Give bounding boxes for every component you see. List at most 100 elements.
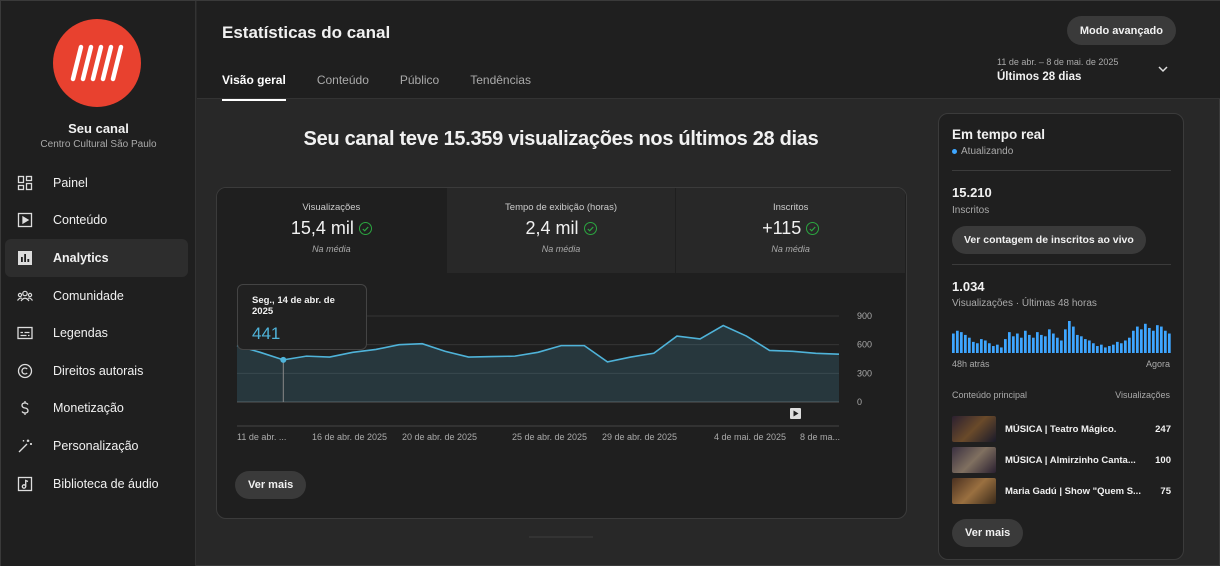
dollar-icon	[17, 400, 33, 416]
overview-card: Visualizações 15,4 mil Na média Tempo de…	[216, 187, 907, 519]
top-content-header: Conteúdo principal	[952, 390, 1028, 400]
dashboard-icon	[17, 175, 33, 191]
realtime-bar	[1096, 346, 1099, 353]
realtime-bar	[980, 339, 983, 353]
list-item[interactable]: MÚSICA | Almirzinho Canta... 100	[952, 447, 1171, 473]
sidebar-item-monetizacao[interactable]: Monetização	[5, 390, 188, 428]
realtime-bar	[972, 341, 975, 353]
realtime-bar	[1148, 327, 1151, 353]
x-tick-label: 20 de abr. de 2025	[402, 432, 477, 442]
metric-value: 15,4 mil	[290, 218, 354, 238]
channel-avatar[interactable]	[53, 19, 141, 107]
realtime-bar	[1040, 334, 1043, 353]
tab-publico[interactable]: Público	[400, 73, 439, 101]
realtime-see-more-button[interactable]: Ver mais	[952, 519, 1024, 547]
realtime-bar	[1048, 329, 1051, 353]
realtime-bar	[1144, 323, 1147, 353]
sidebar-item-legendas[interactable]: Legendas	[5, 314, 188, 352]
tab-tendencias[interactable]: Tendências	[470, 73, 531, 101]
x-tick-label: 4 de mai. de 2025	[714, 432, 786, 442]
tab-conteudo[interactable]: Conteúdo	[317, 73, 369, 101]
live-subscriber-count-button[interactable]: Ver contagem de inscritos ao vivo	[952, 226, 1146, 254]
list-item[interactable]: Maria Gadú | Show "Quem S... 75	[952, 478, 1171, 504]
realtime-bar	[1160, 326, 1163, 353]
x-tick-label: 11 de abr. ...	[237, 432, 286, 442]
check-icon	[358, 222, 372, 235]
y-tick-label: 300	[857, 368, 872, 378]
advanced-mode-button[interactable]: Modo avançado	[1066, 16, 1176, 45]
sidebar-item-label: Personalização	[53, 438, 139, 453]
realtime-bar	[988, 343, 991, 353]
realtime-bar	[952, 333, 955, 353]
video-thumbnail	[952, 478, 996, 504]
sidebar-item-direitos-autorais[interactable]: Direitos autorais	[5, 352, 188, 390]
realtime-bar	[976, 343, 979, 353]
video-views: 247	[1155, 423, 1171, 435]
video-views: 100	[1155, 454, 1171, 466]
tab-visao-geral[interactable]: Visão geral	[222, 73, 286, 101]
metric-tab-subscribers[interactable]: Inscritos +115 Na média	[676, 188, 906, 273]
realtime-bar	[968, 337, 971, 353]
data-point-highlight	[280, 356, 287, 363]
sidebar-item-painel[interactable]: Painel	[5, 164, 188, 202]
realtime-bar	[1028, 334, 1031, 353]
studio-app: Seu canal Centro Cultural São Paulo Pain…	[0, 0, 1220, 566]
sidebar-item-biblioteca-de-audio[interactable]: Biblioteca de áudio	[5, 465, 188, 503]
metric-label: Visualizações	[302, 202, 361, 213]
realtime-bar	[1044, 336, 1047, 353]
realtime-bar	[1132, 330, 1135, 353]
sidebar-item-label: Painel	[53, 175, 88, 190]
chevron-down-icon[interactable]	[1157, 65, 1169, 73]
list-item[interactable]: MÚSICA | Teatro Mágico. 247	[952, 416, 1171, 442]
realtime-bar	[1104, 347, 1107, 353]
subscriber-label: Inscritos	[952, 205, 990, 216]
realtime-bar	[1124, 340, 1127, 353]
metric-tab-views[interactable]: Visualizações 15,4 mil Na média	[217, 188, 447, 273]
sidebar-item-personalizacao[interactable]: Personalização	[5, 427, 188, 465]
analytics-icon	[17, 250, 33, 266]
axis-end-label: Agora	[1145, 359, 1170, 369]
realtime-bar	[1064, 329, 1067, 353]
content-icon	[17, 212, 33, 228]
realtime-bar-chart[interactable]	[952, 319, 1172, 353]
realtime-bar	[1036, 332, 1039, 353]
views-48h-label: Visualizações · Últimas 48 horas	[952, 298, 1097, 309]
axis-start-label: 48h atrás	[952, 359, 990, 369]
realtime-bar	[1016, 333, 1019, 353]
see-more-button[interactable]: Ver mais	[235, 471, 307, 499]
realtime-bar	[1052, 333, 1055, 353]
realtime-bar	[1108, 346, 1111, 353]
video-title: Maria Gadú | Show "Quem S...	[1005, 485, 1141, 497]
sidebar-item-comunidade[interactable]: Comunidade	[5, 277, 188, 315]
y-tick-label: 600	[857, 340, 872, 350]
realtime-bar	[1056, 337, 1059, 353]
tooltip-date: Seg., 14 de abr. de 2025	[252, 295, 335, 317]
realtime-bar	[1088, 340, 1091, 353]
realtime-bar	[1152, 330, 1155, 353]
chart-tooltip: Seg., 14 de abr. de 2025 441	[237, 284, 367, 350]
realtime-bar	[1128, 337, 1131, 353]
scroll-indicator	[529, 536, 593, 538]
sidebar-item-label: Monetização	[53, 401, 124, 416]
sidebar-item-conteudo[interactable]: Conteúdo	[5, 202, 188, 240]
metric-tabs: Visualizações 15,4 mil Na média Tempo de…	[217, 188, 906, 273]
top-views-header: Visualizações	[1115, 390, 1170, 400]
realtime-bar	[1116, 341, 1119, 353]
sidebar-item-analytics[interactable]: Analytics	[5, 239, 188, 277]
realtime-bar	[1032, 337, 1035, 353]
x-tick-label: 16 de abr. de 2025	[312, 432, 387, 442]
metric-sub: Na média	[312, 244, 351, 254]
realtime-bar	[1092, 343, 1095, 353]
date-range-dates: 11 de abr. – 8 de mai. de 2025	[997, 57, 1119, 67]
date-range-selector[interactable]: 11 de abr. – 8 de mai. de 2025 Últimos 2…	[997, 57, 1118, 83]
realtime-bar	[1112, 344, 1115, 353]
metric-tab-watch-time[interactable]: Tempo de exibição (horas) 2,4 mil Na méd…	[446, 188, 677, 273]
x-tick-label: 25 de abr. de 2025	[512, 432, 587, 442]
divider	[952, 264, 1171, 265]
check-icon	[806, 222, 820, 235]
sidebar-item-label: Analytics	[53, 250, 109, 265]
sidebar-item-label: Conteúdo	[53, 213, 108, 228]
realtime-bar	[1004, 339, 1007, 353]
channel-logo-icon	[70, 44, 124, 82]
video-title: MÚSICA | Teatro Mágico.	[1005, 423, 1117, 435]
